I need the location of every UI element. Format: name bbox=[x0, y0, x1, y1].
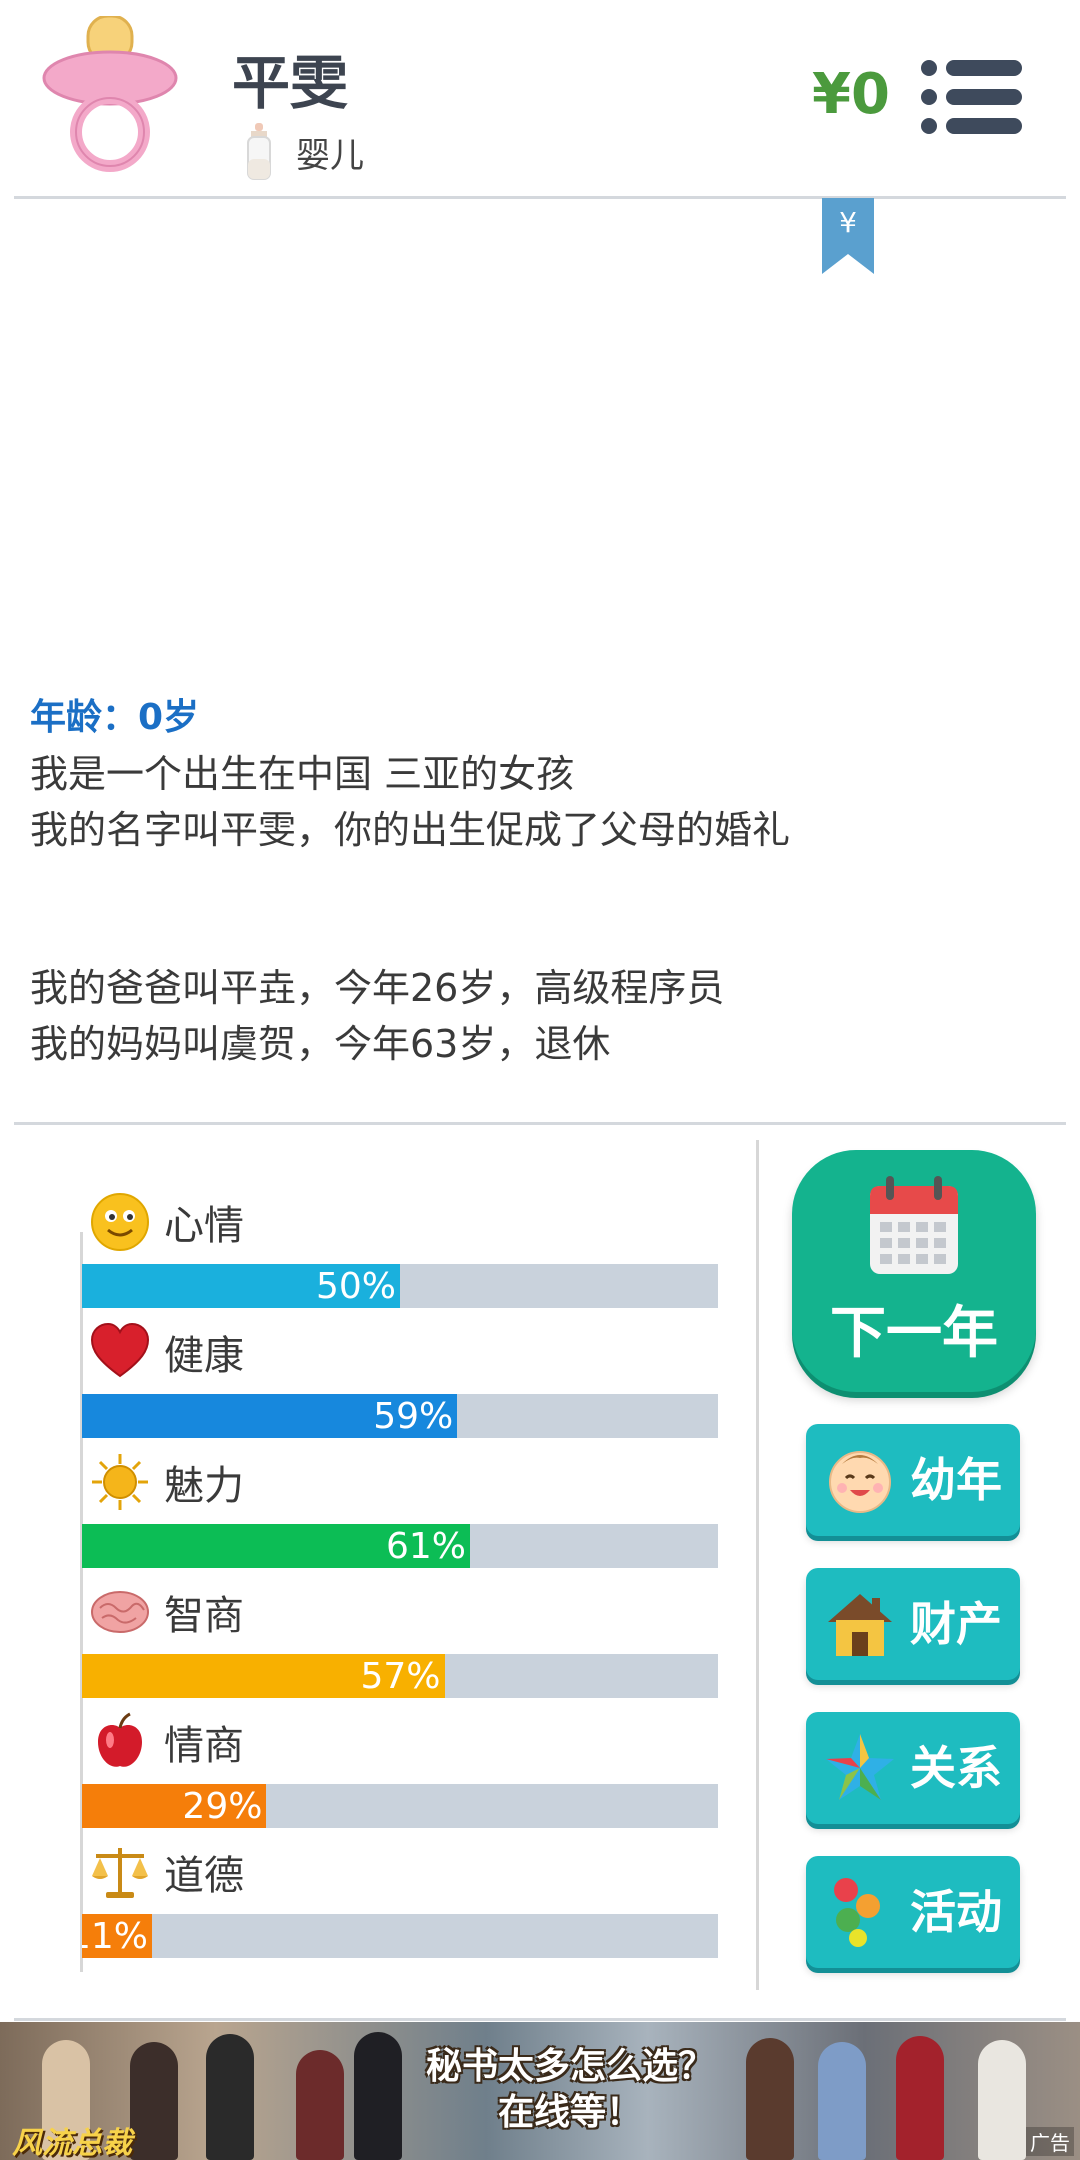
bookmark-icon: ¥ bbox=[822, 198, 874, 274]
story-line: 我的爸爸叫平垚，今年26岁，高级程序员 bbox=[30, 966, 725, 1010]
stat-charm: 魅力 61% bbox=[82, 1440, 718, 1570]
ad-headline: 秘书太多怎么选？ 在线等！ bbox=[400, 2044, 740, 2136]
next-year-button[interactable]: 下一年 bbox=[792, 1150, 1036, 1392]
property-label: 财产 bbox=[910, 1597, 1002, 1651]
sun-icon bbox=[92, 1454, 148, 1510]
heart-icon bbox=[90, 1322, 150, 1378]
ad-figure bbox=[354, 2032, 402, 2160]
ad-headline-line: 在线等！ bbox=[497, 2092, 642, 2133]
stat-bar: 61% bbox=[82, 1524, 718, 1568]
stat-iq: 智商 57% bbox=[82, 1570, 718, 1700]
ad-figure bbox=[978, 2040, 1026, 2160]
pacifier-icon bbox=[42, 16, 178, 172]
ad-divider bbox=[14, 2018, 1066, 2021]
next-year-label: 下一年 bbox=[830, 1301, 998, 1366]
story-line: 我的名字叫平雯，你的出生促成了父母的婚礼 bbox=[30, 808, 791, 852]
story-line: 我的妈妈叫虞贺，今年63岁，退休 bbox=[30, 1022, 611, 1066]
stat-percent: 50% bbox=[315, 1266, 396, 1307]
stat-bar: 57% bbox=[82, 1654, 718, 1698]
activity-dots-icon bbox=[834, 1878, 880, 1947]
apple-icon bbox=[98, 1712, 142, 1767]
story-divider bbox=[14, 1122, 1066, 1125]
life-stage-label: 婴儿 bbox=[296, 135, 364, 176]
stat-eq: 情商 29% bbox=[82, 1700, 718, 1830]
stat-bar: 50% bbox=[82, 1264, 718, 1308]
stat-percent: 29% bbox=[182, 1786, 263, 1827]
childhood-button[interactable]: 幼年 bbox=[806, 1424, 1020, 1536]
house-icon bbox=[828, 1594, 892, 1656]
stat-health: 健康 59% bbox=[82, 1310, 718, 1440]
relations-label: 关系 bbox=[910, 1741, 1002, 1795]
stat-bar-fill: 57% bbox=[82, 1654, 445, 1698]
stat-bar-fill: 50% bbox=[82, 1264, 400, 1308]
stat-morality: 道德 11% bbox=[82, 1830, 718, 1960]
stats-panel: 心情 50% 健康 59% 魅力 61% 智商 57% 情商 29% 道德 1% bbox=[82, 1180, 718, 1960]
ad-headline-line: 秘书太多怎么选？ bbox=[425, 2046, 714, 2087]
ad-figure bbox=[130, 2042, 178, 2160]
stat-label: 健康 bbox=[164, 1333, 244, 1379]
age-line: 年龄：0岁 bbox=[30, 697, 200, 738]
stat-bar-fill: 61% bbox=[82, 1524, 470, 1568]
stat-bar: 29% bbox=[82, 1784, 718, 1828]
stat-bar-fill: 59% bbox=[82, 1394, 458, 1438]
property-button[interactable]: 财产 bbox=[806, 1568, 1020, 1680]
ad-figure bbox=[746, 2038, 794, 2160]
money-balance: ¥0 bbox=[812, 62, 890, 127]
ad-figure bbox=[296, 2050, 344, 2160]
ad-logo: 风流总裁 bbox=[12, 2126, 132, 2160]
stat-percent: 57% bbox=[360, 1656, 441, 1697]
scale-icon bbox=[92, 1848, 148, 1898]
stat-label: 智商 bbox=[164, 1593, 244, 1639]
ad-figure bbox=[206, 2034, 254, 2160]
activities-label: 活动 bbox=[910, 1885, 1002, 1939]
activities-button[interactable]: 活动 bbox=[806, 1856, 1020, 1968]
baby-face-icon bbox=[829, 1451, 891, 1513]
story-line: 我是一个出生在中国 三亚的女孩 bbox=[30, 752, 575, 796]
stat-mood: 心情 50% bbox=[82, 1180, 718, 1310]
stat-label: 魅力 bbox=[164, 1463, 244, 1509]
life-stage: 婴儿 bbox=[246, 120, 364, 184]
stat-percent: 11% bbox=[82, 1916, 148, 1957]
money-bookmark[interactable]: ¥ bbox=[820, 198, 876, 276]
bookmark-symbol: ¥ bbox=[839, 206, 857, 239]
stat-percent: 61% bbox=[385, 1526, 466, 1567]
star-icon bbox=[826, 1734, 894, 1800]
stat-label: 心情 bbox=[164, 1203, 244, 1249]
ad-figure bbox=[896, 2036, 944, 2160]
stat-percent: 59% bbox=[373, 1396, 454, 1437]
life-story: 年龄：0岁 我是一个出生在中国 三亚的女孩 我的名字叫平雯，你的出生促成了父母的… bbox=[30, 690, 1050, 1072]
smiley-icon bbox=[91, 1193, 149, 1251]
character-name: 平雯 bbox=[232, 49, 349, 117]
stat-label: 道德 bbox=[164, 1853, 244, 1899]
stat-bar-fill: 29% bbox=[82, 1784, 267, 1828]
ad-banner[interactable]: 秘书太多怎么选？ 在线等！ 风流总裁 广告 bbox=[0, 2022, 1080, 2160]
relations-button[interactable]: 关系 bbox=[806, 1712, 1020, 1824]
header-divider bbox=[14, 196, 1066, 199]
menu-list-icon[interactable] bbox=[920, 58, 1024, 136]
ad-figure bbox=[818, 2042, 866, 2160]
ad-tag: 广告 bbox=[1026, 2127, 1074, 2156]
stat-bar-fill: 11% bbox=[82, 1914, 152, 1958]
calendar-icon bbox=[870, 1176, 958, 1274]
baby-bottle-icon bbox=[247, 123, 271, 180]
stat-bar: 11% bbox=[82, 1914, 718, 1958]
stat-bar: 59% bbox=[82, 1394, 718, 1438]
brain-icon bbox=[91, 1591, 149, 1633]
stat-label: 情商 bbox=[164, 1723, 244, 1769]
panel-separator bbox=[756, 1140, 759, 1990]
profile-header: 平雯 婴儿 ¥0 bbox=[0, 0, 1080, 196]
childhood-label: 幼年 bbox=[910, 1453, 1002, 1507]
